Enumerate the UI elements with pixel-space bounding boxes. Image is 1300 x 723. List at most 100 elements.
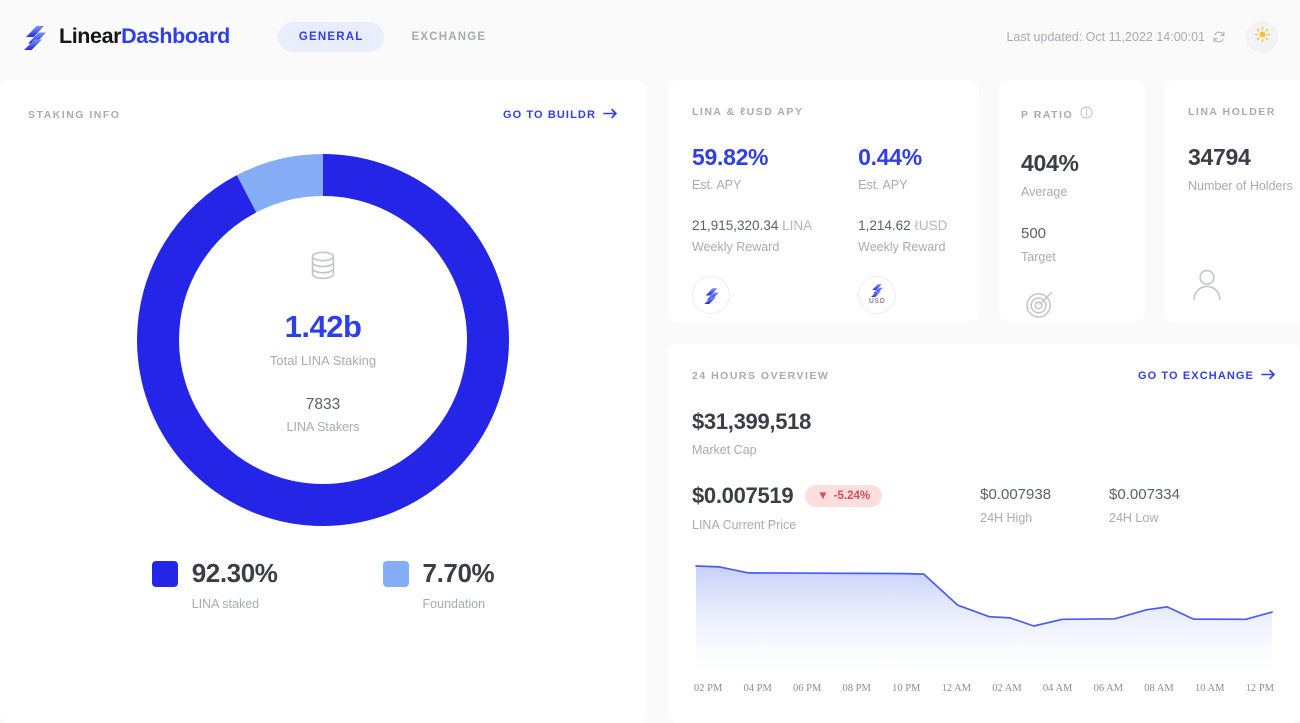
market-cap-value: $31,399,518 [692,409,812,434]
total-staking-value: 1.42b [284,309,362,344]
price-line: $0.007519 ▼ -5.24% [692,483,883,509]
person-icon [1188,265,1300,308]
tab-general[interactable]: GENERAL [277,21,385,52]
area-fill-path [696,566,1272,670]
current-price-block: $0.007519 ▼ -5.24% LINA Current Price [692,483,883,532]
low-caption: 24H Low [1109,511,1159,525]
x-axis-tick: 06 AM [1093,683,1124,694]
header-right: Last updated: Oct 11,2022 14:00:01 [1006,20,1278,53]
coins-stack-icon [304,246,342,309]
lina-reward-caption: Weekly Reward [692,240,780,254]
market-cap-caption: Market Cap [692,443,757,457]
price-change-badge: ▼ -5.24% [805,485,883,507]
donut-center-content: 1.42b Total LINA Staking 7833 LINA Stake… [123,140,523,540]
price-area-chart: 02 PM 04 PM 06 PM 08 PM 10 PM 12 AM 02 AM 04 AM… [690,560,1278,694]
high-low-group: $0.007938 24H High $0.007334 24H Low [980,483,1180,525]
x-axis-tick: 04 AM [1042,683,1073,694]
p-ratio-header: P RATIO [1021,106,1123,124]
dashboard-page: LinearDashboard GENERAL EXCHANGE Last up… [0,0,1300,723]
legend-item-lina-staked: 92.30% LINA staked [151,558,278,611]
x-axis-tick: 02 AM [992,683,1022,694]
overview-card: 24 HOURS OVERVIEW GO TO EXCHANGE $31,399… [668,343,1300,723]
holder-card-label: LINA HOLDER [1188,106,1276,118]
go-to-exchange-link[interactable]: GO TO EXCHANGE [1138,369,1276,383]
linear-logo-icon [22,24,48,50]
legend-percent-lina-staked: 92.30% [191,558,278,588]
lusd-token-icon: USD [858,276,897,314]
info-icon[interactable] [1080,106,1093,124]
brand: LinearDashboard [22,24,230,50]
p-ratio-target-value: 500 [1021,225,1047,242]
lusd-reward-caption: Weekly Reward [858,240,946,254]
x-axis-tick: 08 PM [842,683,871,694]
x-axis-tick: 12 AM [941,683,972,694]
x-axis-tick: 10 PM [892,683,921,694]
go-to-exchange-label: GO TO EXCHANGE [1137,370,1254,382]
x-axis-tick: 10 AM [1194,683,1225,694]
lusd-token-sublabel: USD [868,298,886,305]
brand-primary: Linear [59,24,122,48]
tab-exchange[interactable]: EXCHANGE [390,22,507,52]
sun-icon [1254,26,1271,48]
total-staking-caption: Total LINA Staking [269,353,377,368]
overview-card-label: 24 HOURS OVERVIEW [692,370,830,382]
lusd-reward-unit: ℓUSD [914,218,948,233]
lina-holder-card: LINA HOLDER 34794 Number of Holders [1164,80,1300,322]
lina-weekly-reward: 21,915,320.34 LINA [692,218,812,233]
overview-body: $31,399,518 Market Cap $0.007519 ▼ -5.24… [668,383,1300,532]
brand-title: LinearDashboard [59,24,230,49]
high-block: $0.007938 24H High [980,486,1051,525]
apy-card: LINA & ℓUSD APY 59.82% Est. APY 21,915,3… [668,80,979,322]
legend-swatch-foundation [382,560,409,587]
x-axis-tick: 02 PM [694,683,723,694]
p-ratio-caption: Average [1021,185,1068,199]
go-to-buildr-link[interactable]: GO TO BUILDR [503,108,618,122]
legend-row-foundation: 7.70% [382,558,495,589]
current-price-caption: LINA Current Price [692,518,797,532]
last-updated-text: Last updated: Oct 11,2022 14:00:01 [1006,29,1205,44]
legend-swatch-lina-staked [151,560,178,587]
arrow-right-icon [603,108,618,122]
price-change-value: -5.24% [833,490,871,502]
legend-row-lina-staked: 92.30% [151,558,278,589]
current-price-value: $0.007519 [692,483,794,508]
staking-donut-chart: 1.42b Total LINA Staking 7833 LINA Stake… [123,140,523,540]
nav-tabs: GENERAL EXCHANGE [277,21,507,52]
legend-percent-foundation: 7.70% [422,558,495,588]
staking-info-card: STAKING INFO GO TO BUILDR 1.42b Total LI… [0,80,646,723]
apy-column-lina: 59.82% Est. APY 21,915,320.34 LINA Weekl… [692,144,812,314]
go-to-buildr-label: GO TO BUILDR [502,109,596,121]
p-ratio-value: 404% [1021,150,1079,176]
x-axis-tick: 04 PM [743,683,772,694]
p-ratio-card-label: P RATIO [1021,109,1074,121]
lina-apy-caption: Est. APY [692,178,742,192]
lina-apy-value: 59.82% [692,144,769,170]
p-ratio-card: P RATIO 404% Average 500 Target [999,80,1145,322]
app-header: LinearDashboard GENERAL EXCHANGE Last up… [0,0,1300,73]
apy-card-label: LINA & ℓUSD APY [692,106,804,118]
lina-reward-amount: 21,915,320.34 [692,218,779,233]
theme-toggle-button[interactable] [1246,20,1278,53]
x-axis-tick: 06 PM [793,683,822,694]
donut-legend: 92.30% LINA staked 7.70% Foundation [0,558,646,611]
x-axis-tick: 08 AM [1144,683,1174,694]
last-updated: Last updated: Oct 11,2022 14:00:01 [1006,30,1226,44]
area-chart-svg [695,565,1273,670]
lusd-reward-amount: 1,214.62 [858,218,911,233]
lusd-apy-value: 0.44% [858,144,922,170]
low-value: $0.007334 [1109,486,1180,503]
brand-accent: Dashboard [121,24,230,48]
lusd-apy-caption: Est. APY [858,178,908,192]
staking-card-label: STAKING INFO [28,109,121,121]
price-row: $0.007519 ▼ -5.24% LINA Current Price $0… [692,483,1276,532]
overview-card-header: 24 HOURS OVERVIEW GO TO EXCHANGE [668,343,1300,383]
legend-label-lina-staked: LINA staked [191,597,260,611]
lina-token-icon [692,276,730,314]
holder-count-value: 34794 [1188,144,1251,170]
apy-columns: 59.82% Est. APY 21,915,320.34 LINA Weekl… [692,144,955,314]
lusd-weekly-reward: 1,214.62 ℓUSD [858,218,947,233]
refresh-icon[interactable] [1212,30,1226,44]
down-arrow-icon: ▼ [817,490,829,502]
chart-x-axis: 02 PM 04 PM 06 PM 08 PM 10 PM 12 AM 02 AM 04 AM… [690,683,1278,694]
high-caption: 24H High [980,511,1033,525]
